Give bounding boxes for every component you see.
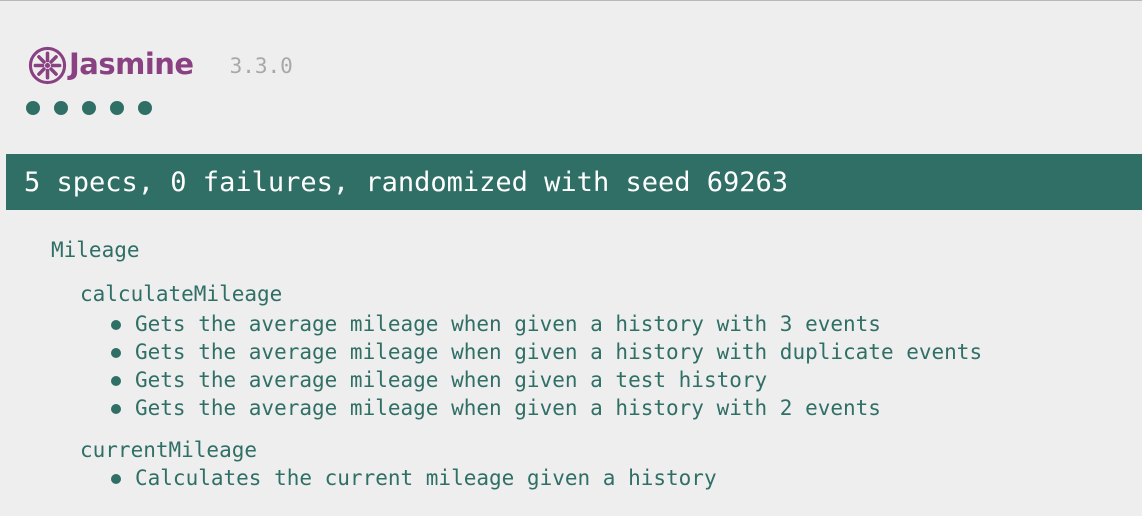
version-label: 3.3.0: [229, 54, 293, 78]
spec-results: Mileage calculateMileage Gets the average…: [51, 236, 982, 492]
suite-title-link[interactable]: Mileage: [51, 238, 140, 262]
spec-link[interactable]: Gets the average mileage when given a hi…: [135, 396, 881, 420]
spec-passed-bullet-icon: [111, 376, 121, 386]
jasmine-logo-text: Jasmine: [69, 47, 194, 81]
spec-passed-bullet-icon: [111, 404, 121, 414]
jasmine-flower-icon: [28, 46, 67, 84]
spec-passed-dot[interactable]: [54, 101, 68, 115]
child-suite-title-link[interactable]: calculateMileage: [80, 282, 282, 306]
spec-list: Gets the average mileage when given a hi…: [80, 310, 982, 422]
child-suite-title[interactable]: calculateMileage: [80, 280, 982, 310]
jasmine-logo-link[interactable]: Jasmine: [28, 46, 194, 85]
spec-item: Gets the average mileage when given a hi…: [80, 338, 982, 366]
spec-link[interactable]: Gets the average mileage when given a hi…: [135, 312, 881, 336]
window-top-border: [0, 0, 1142, 1]
spec-link[interactable]: Gets the average mileage when given a te…: [135, 368, 767, 392]
child-suite-title[interactable]: currentMileage: [80, 436, 982, 464]
summary-bar: 5 specs, 0 failures, randomized with see…: [6, 154, 1142, 210]
spec-passed-bullet-icon: [111, 348, 121, 358]
spec-item: Gets the average mileage when given a te…: [80, 366, 982, 394]
child-suite: calculateMileage Gets the average mileage…: [80, 280, 982, 422]
child-suite-title-link[interactable]: currentMileage: [80, 438, 257, 462]
spec-item: Calculates the current mileage given a h…: [80, 464, 982, 492]
summary-text: 5 specs, 0 failures, randomized with see…: [24, 166, 789, 198]
spec-status-dots: [26, 101, 166, 115]
spec-passed-bullet-icon: [111, 474, 121, 484]
spec-link[interactable]: Gets the average mileage when given a hi…: [135, 340, 982, 364]
spec-link[interactable]: Calculates the current mileage given a h…: [135, 466, 717, 490]
suite-title[interactable]: Mileage: [51, 236, 982, 266]
jasmine-banner: Jasmine 3.3.0: [28, 45, 293, 85]
spec-passed-dot[interactable]: [110, 101, 124, 115]
child-suite: currentMileage Calculates the current mil…: [80, 436, 982, 492]
spec-passed-dot[interactable]: [138, 101, 152, 115]
spec-passed-bullet-icon: [111, 320, 121, 330]
spec-item: Gets the average mileage when given a hi…: [80, 310, 982, 338]
spec-passed-dot[interactable]: [26, 101, 40, 115]
spec-passed-dot[interactable]: [82, 101, 96, 115]
spec-list: Calculates the current mileage given a h…: [80, 464, 982, 492]
spec-item: Gets the average mileage when given a hi…: [80, 394, 982, 422]
